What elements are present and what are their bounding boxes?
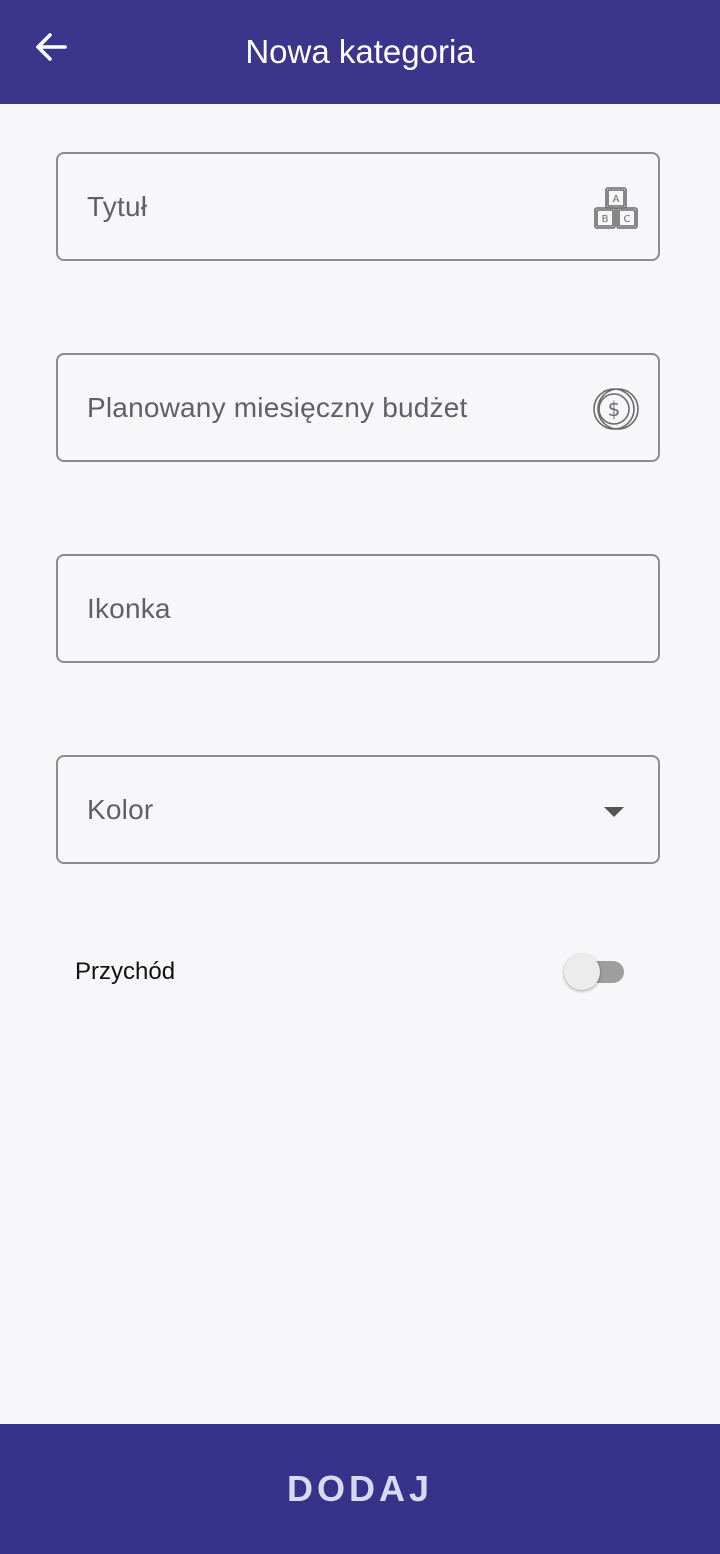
title-field[interactable]: Tytuł A B C [56,152,660,261]
coin-dollar-icon: $ [592,385,640,433]
add-button[interactable]: DODAJ [0,1424,720,1554]
page-title: Nowa kategoria [245,33,475,70]
svg-text:$: $ [608,397,621,421]
income-switch-row: Przychód [56,940,660,1004]
budget-field-label: Planowany miesięczny budżet [87,392,468,423]
dropdown-arrow-icon [604,807,624,817]
abc-blocks-icon: A B C [592,184,640,232]
color-select[interactable]: Kolor [56,755,660,864]
color-select-label: Kolor [87,794,154,825]
arrow-left-icon [34,30,68,69]
svg-text:A: A [613,194,620,205]
income-toggle[interactable] [564,954,626,990]
back-button[interactable] [22,20,80,78]
title-field-label: Tytuł [87,191,148,222]
income-switch-label: Przychód [75,958,176,985]
icon-field-label: Ikonka [87,593,171,624]
app-bar: Nowa kategoria [0,0,720,104]
svg-text:B: B [602,214,609,225]
svg-text:C: C [624,214,631,225]
toggle-thumb [564,954,600,990]
budget-field[interactable]: Planowany miesięczny budżet $ [56,353,660,462]
icon-field[interactable]: Ikonka [56,554,660,663]
